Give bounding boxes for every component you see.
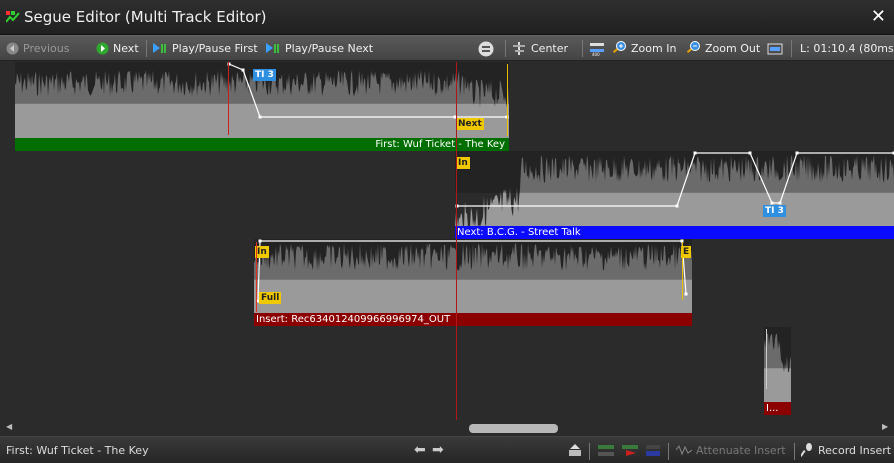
scroll-right-icon[interactable]: ▶ (882, 422, 888, 431)
zoom-in-icon (612, 41, 626, 54)
small-clip-line (766, 329, 767, 389)
attenuate-insert-label: Attenuate Insert (696, 444, 786, 457)
waveform-shade (455, 151, 894, 193)
envelope-handle[interactable] (241, 68, 245, 72)
insert-track-full-marker[interactable]: Full (259, 292, 282, 304)
next-track[interactable]: Next: B.C.G. - Street Talk In TI 3 (455, 151, 894, 240)
title-bar: Segue Editor (Multi Track Editor) ✕ (0, 0, 894, 35)
insert-end-line (682, 242, 683, 300)
status-separator (794, 443, 795, 460)
first-track-cue-line (228, 62, 229, 135)
first-track-next-marker[interactable]: Next (456, 118, 484, 130)
status-bar: First: Wuf Ticket - The Key ⬅ ➡ Attenuat… (0, 436, 894, 463)
zoom-out-button[interactable]: Zoom Out (686, 36, 760, 61)
toolbar: Previous Next Play/Pause First Play/Paus… (0, 35, 894, 61)
length-readout: L: 01:10.4 (80ms) (800, 42, 894, 55)
insert-track-label: Insert: Rec634012409966996974_OUT (254, 313, 692, 326)
previous-label: Previous (23, 42, 70, 55)
status-separator (668, 443, 669, 460)
app-logo-icon (6, 11, 20, 23)
insert-track-waveform (254, 239, 692, 313)
play-pause-next-label: Play/Pause Next (285, 42, 374, 55)
next-icon (96, 42, 109, 54)
toolbar-separator (505, 40, 506, 57)
arrow-left-icon[interactable]: ⬅ (414, 437, 426, 463)
microphone-icon (801, 443, 812, 457)
zoom-out-label: Zoom Out (705, 42, 761, 55)
scroll-left-icon[interactable]: ◀ (6, 422, 12, 431)
insert-start-line (256, 242, 257, 312)
record-insert-label: Record Insert (818, 444, 892, 457)
next-button[interactable]: Next (96, 36, 139, 61)
next-track-waveform (455, 151, 894, 227)
insert-track[interactable]: Insert: Rec634012409966996974_OUT In Ful… (254, 239, 692, 328)
play-pause-next-icon (266, 42, 279, 53)
play-pause-first-icon (153, 42, 166, 53)
attenuate-icon (676, 444, 692, 456)
zoom-in-button[interactable]: Zoom In (612, 36, 676, 61)
toolbar-separator (791, 40, 792, 57)
small-clip-label: I... (764, 402, 791, 415)
zoom-full-icon[interactable] (767, 42, 783, 56)
fit-icon[interactable]: 400 (589, 41, 605, 57)
play-pause-first-label: Play/Pause First (172, 42, 258, 55)
cut-icon[interactable] (646, 445, 660, 457)
next-track-ti-marker[interactable]: TI 3 (763, 205, 786, 217)
envelope-handle[interactable] (748, 151, 752, 155)
next-label: Next (113, 42, 139, 55)
center-button[interactable]: Center (512, 36, 568, 61)
attenuate-insert-button[interactable]: Attenuate Insert (676, 437, 786, 463)
record-insert-button[interactable]: Record Insert (801, 437, 891, 463)
previous-icon (6, 42, 19, 54)
next-track-label: Next: B.C.G. - Street Talk (455, 226, 894, 239)
zoom-in-label: Zoom In (631, 42, 677, 55)
window-title: Segue Editor (Multi Track Editor) (24, 8, 267, 26)
insert-track-in-marker[interactable]: In (255, 246, 269, 258)
first-track-ti-marker[interactable]: TI 3 (253, 69, 276, 81)
first-track-label: First: Wuf Ticket - The Key (15, 138, 509, 151)
envelope-handle[interactable] (795, 151, 799, 155)
center-icon (513, 41, 525, 55)
align-icon[interactable] (478, 41, 494, 57)
toolbar-separator (146, 40, 147, 57)
horizontal-scrollbar[interactable]: ◀ ▶ (0, 420, 894, 436)
first-track-next-line (507, 64, 508, 136)
svg-text:400: 400 (592, 52, 600, 57)
play-pause-next-button[interactable]: Play/Pause Next (266, 36, 373, 61)
envelope-handle[interactable] (693, 151, 697, 155)
waveform-shade (254, 239, 692, 280)
waveform-shade (764, 327, 791, 369)
trim-icon[interactable] (568, 444, 582, 458)
envelope-handle[interactable] (675, 204, 679, 208)
first-track[interactable]: First: Wuf Ticket - The Key TI 3 Next (15, 62, 509, 151)
small-clip-waveform (764, 327, 791, 402)
fade-in-icon[interactable] (598, 445, 614, 457)
envelope-handle[interactable] (258, 115, 262, 119)
center-label: Center (531, 42, 569, 55)
toolbar-separator (582, 40, 583, 57)
play-pause-first-button[interactable]: Play/Pause First (153, 36, 258, 61)
envelope-handle[interactable] (684, 292, 688, 296)
small-clip[interactable]: I... (764, 327, 791, 416)
next-track-in-marker[interactable]: In (456, 157, 470, 169)
envelope-handle[interactable] (258, 239, 262, 243)
zoom-out-icon (686, 41, 700, 54)
scrollbar-thumb[interactable] (469, 424, 558, 433)
fade-out-icon[interactable] (622, 445, 638, 457)
track-editor-area[interactable]: First: Wuf Ticket - The Key TI 3 Next Ne… (0, 62, 894, 420)
arrow-right-icon[interactable]: ➡ (432, 437, 444, 463)
playhead-line[interactable] (456, 62, 457, 420)
close-icon[interactable]: ✕ (871, 6, 886, 27)
status-separator (589, 443, 590, 460)
current-track-status: First: Wuf Ticket - The Key (6, 444, 149, 457)
previous-button[interactable]: Previous (6, 36, 70, 61)
